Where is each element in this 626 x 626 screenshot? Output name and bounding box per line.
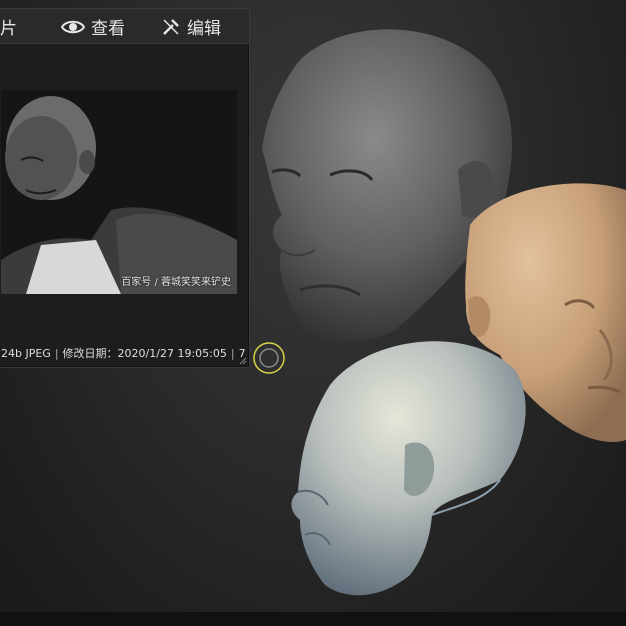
sculpt-viewport[interactable]: 相片 查看 编辑 [0, 0, 626, 626]
photos-label: 相片 [0, 19, 17, 39]
eye-icon [61, 19, 85, 35]
view-label: 查看 [91, 19, 125, 39]
photo-preview: 百家号 / 蓉城笑笑来铲史 [1, 90, 237, 294]
edit-button[interactable]: 编辑 [161, 14, 221, 39]
view-button[interactable]: 查看 [61, 14, 125, 39]
edit-tools-icon [161, 17, 181, 37]
viewer-toolbar: 相片 查看 编辑 [0, 9, 249, 44]
brush-cursor-icon [253, 342, 285, 374]
modified-date: 修改日期：2020/1/27 19:05:05 [62, 347, 227, 360]
bottom-bar [0, 612, 626, 626]
image-watermark: 百家号 / 蓉城笑笑来铲史 [121, 277, 231, 288]
resize-grip-icon[interactable] [239, 357, 247, 365]
edit-label: 编辑 [187, 19, 221, 39]
file-info: 24b JPEG [1, 347, 51, 360]
blue-head-model [291, 341, 526, 596]
image-viewer-window[interactable]: 相片 查看 编辑 [0, 8, 250, 368]
photo-content [1, 90, 237, 294]
photos-button[interactable]: 相片 [0, 14, 17, 39]
status-separator: | [54, 347, 59, 360]
viewer-status-bar: 24b JPEG | 修改日期：2020/1/27 19:05:05 | 7 [0, 343, 249, 365]
status-separator: | [230, 347, 235, 360]
